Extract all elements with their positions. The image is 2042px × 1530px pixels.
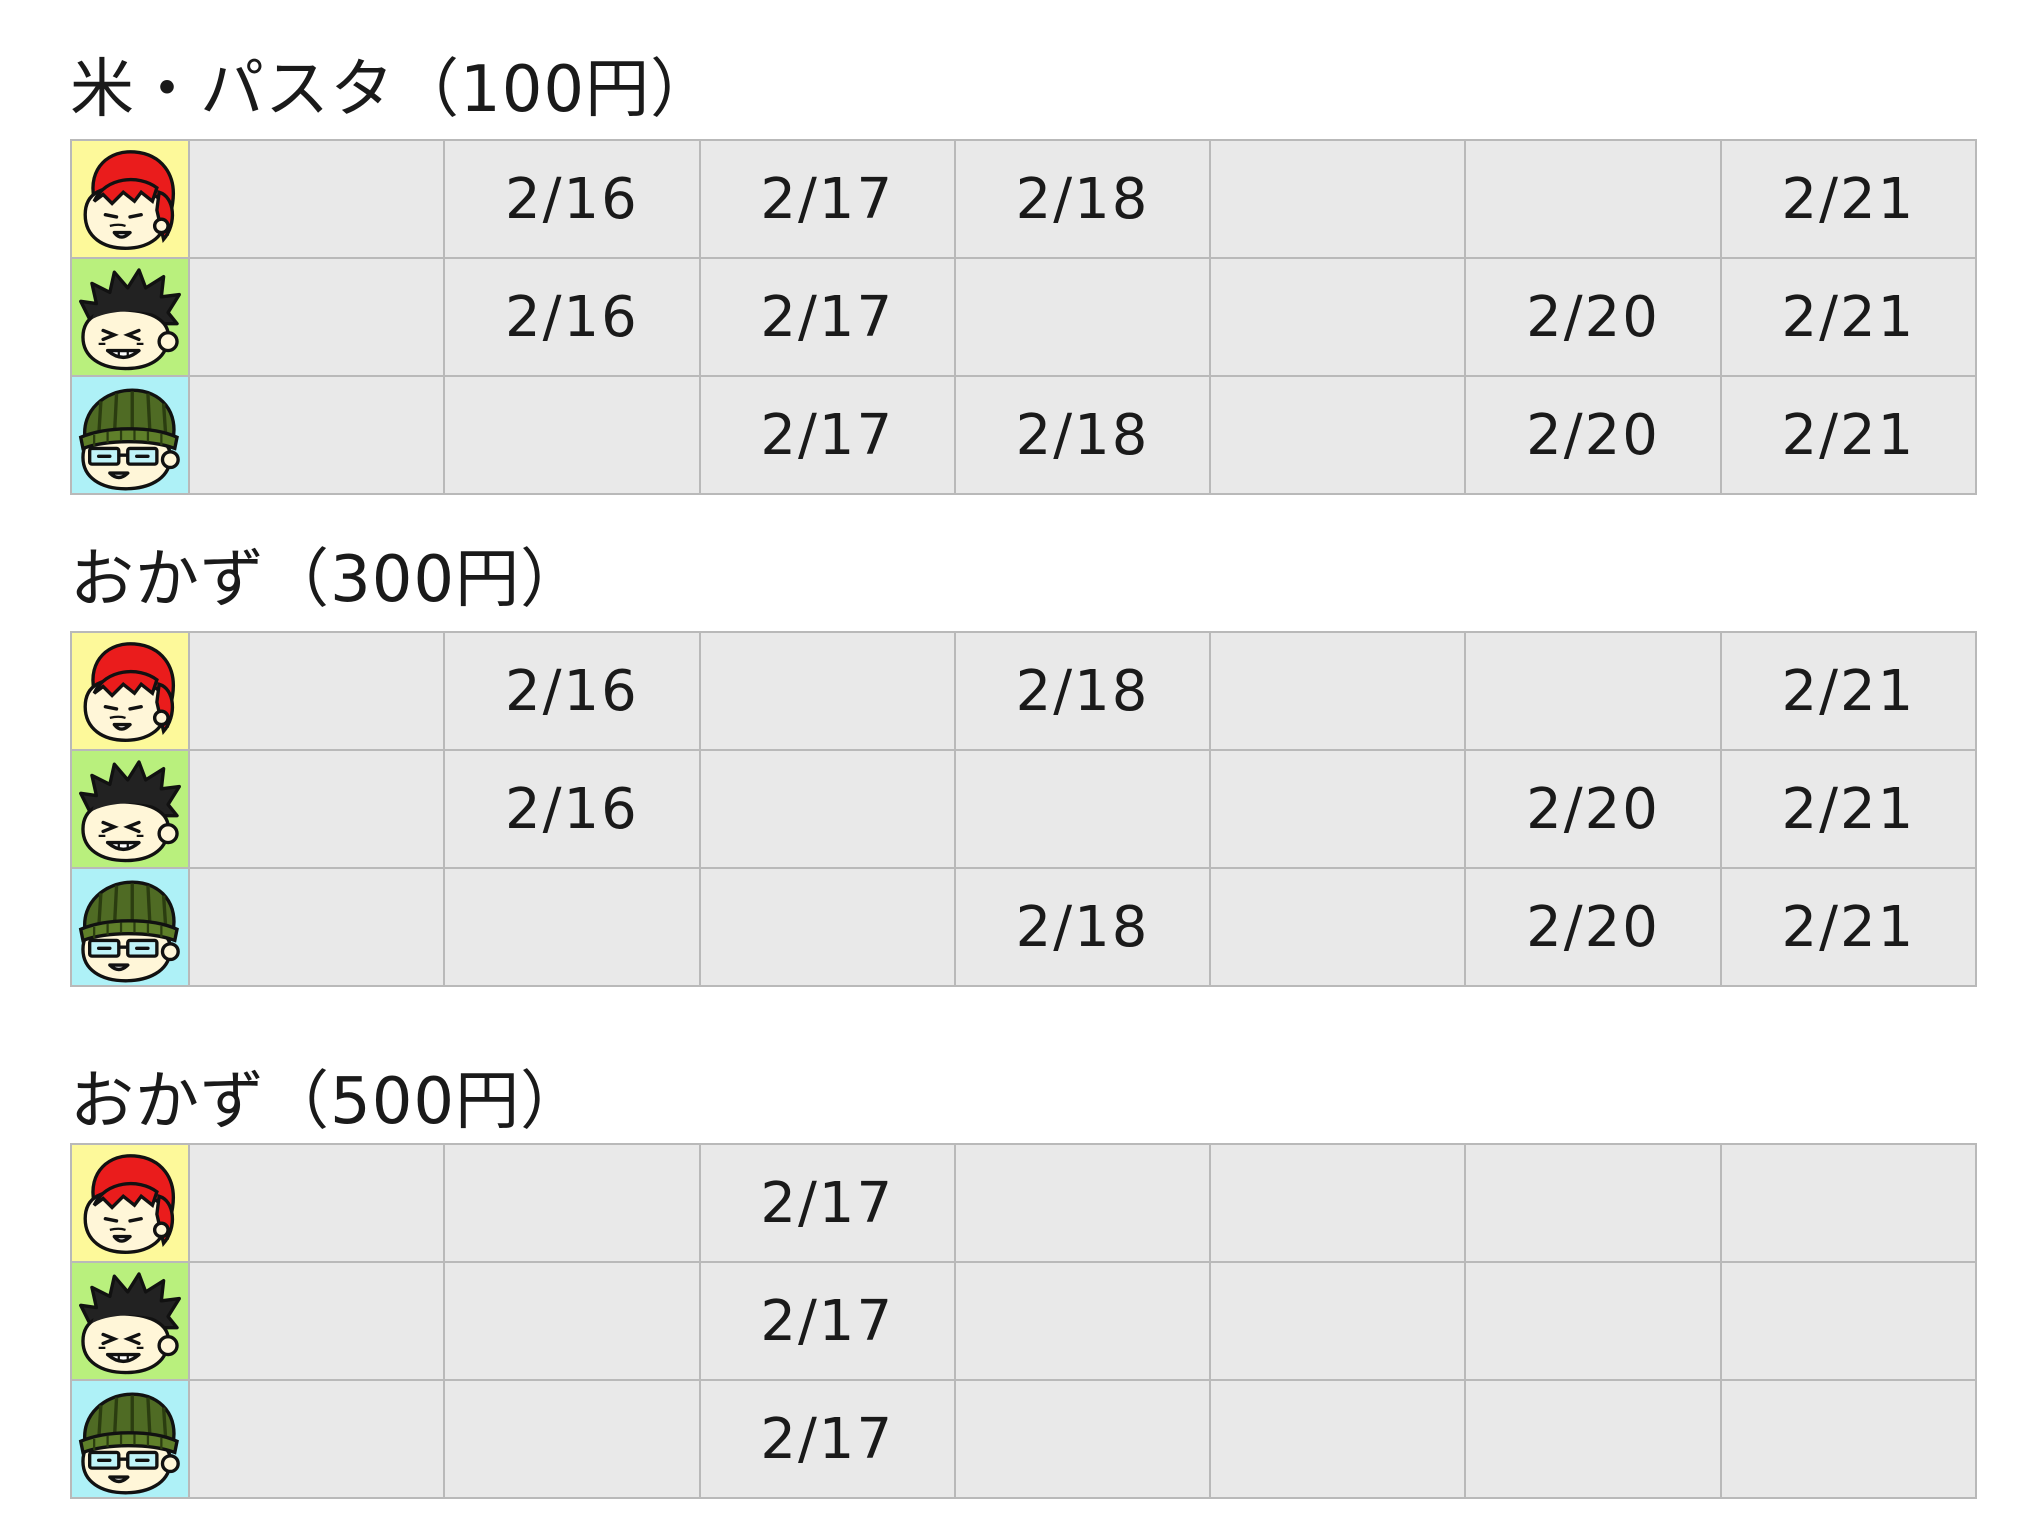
section-title-rice-pasta: 米・パスタ（100円） xyxy=(70,53,716,127)
date-cell: 2/21 xyxy=(1719,867,1978,987)
date-cell: 2/17 xyxy=(698,139,956,259)
date-cell xyxy=(187,139,446,259)
date-cell xyxy=(1719,1379,1978,1499)
table-row: 2/18 2/20 2/21 xyxy=(70,867,1978,987)
date-cell xyxy=(443,1261,701,1381)
date-cell: 2/17 xyxy=(698,1379,956,1499)
red-hair-person-icon xyxy=(72,635,188,747)
date-cell xyxy=(1209,1261,1467,1381)
date-cell: 2/20 xyxy=(1464,867,1722,987)
date-cell xyxy=(1209,749,1467,869)
avatar xyxy=(70,1143,190,1263)
date-cell: 2/21 xyxy=(1719,375,1978,495)
date-cell: 2/16 xyxy=(443,257,701,377)
date-cell xyxy=(698,631,956,751)
date-cell: 2/17 xyxy=(698,1143,956,1263)
date-cell: 2/20 xyxy=(1464,749,1722,869)
avatar xyxy=(70,139,190,259)
date-cell xyxy=(187,257,446,377)
avatar xyxy=(70,1379,190,1499)
table-row: 2/16 2/18 2/21 xyxy=(70,631,1978,751)
date-cell xyxy=(443,375,701,495)
date-cell: 2/20 xyxy=(1464,257,1722,377)
date-cell: 2/21 xyxy=(1719,139,1978,259)
date-cell: 2/16 xyxy=(443,139,701,259)
date-cell: 2/18 xyxy=(953,139,1212,259)
date-cell: 2/21 xyxy=(1719,749,1978,869)
date-cell xyxy=(1464,1379,1722,1499)
date-cell xyxy=(443,1143,701,1263)
date-cell xyxy=(1209,375,1467,495)
date-cell xyxy=(187,1143,446,1263)
date-cell xyxy=(1719,1143,1978,1263)
date-cell xyxy=(953,1379,1212,1499)
date-cell xyxy=(443,867,701,987)
avatar xyxy=(70,375,190,495)
date-cell xyxy=(953,749,1212,869)
date-cell xyxy=(1209,631,1467,751)
table-row: 2/17 xyxy=(70,1379,1978,1499)
date-cell: 2/21 xyxy=(1719,631,1978,751)
avatar xyxy=(70,1261,190,1381)
date-cell xyxy=(1209,257,1467,377)
schedule-table-side-dish-500: 2/17 2/17 2/17 xyxy=(70,1143,1978,1499)
date-cell: 2/17 xyxy=(698,257,956,377)
date-cell xyxy=(1209,139,1467,259)
date-cell xyxy=(953,1261,1212,1381)
date-cell: 2/20 xyxy=(1464,375,1722,495)
date-cell: 2/18 xyxy=(953,631,1212,751)
schedule-table-rice-pasta: 2/16 2/17 2/18 2/21 2/16 2/17 2/20 2/21 … xyxy=(70,139,1978,495)
date-cell xyxy=(1464,631,1722,751)
black-hair-person-icon xyxy=(72,753,188,865)
beanie-glasses-person-icon xyxy=(72,1383,188,1495)
date-cell xyxy=(187,1261,446,1381)
date-cell: 2/16 xyxy=(443,631,701,751)
avatar xyxy=(70,867,190,987)
date-cell xyxy=(1464,1143,1722,1263)
red-hair-person-icon xyxy=(72,143,188,255)
beanie-glasses-person-icon xyxy=(72,379,188,491)
date-cell xyxy=(1719,1261,1978,1381)
avatar xyxy=(70,257,190,377)
black-hair-person-icon xyxy=(72,261,188,373)
date-cell xyxy=(1464,1261,1722,1381)
date-cell xyxy=(953,257,1212,377)
beanie-glasses-person-icon xyxy=(72,871,188,983)
date-cell: 2/17 xyxy=(698,375,956,495)
table-row: 2/17 xyxy=(70,1143,1978,1263)
date-cell xyxy=(443,1379,701,1499)
table-row: 2/16 2/20 2/21 xyxy=(70,749,1978,869)
avatar xyxy=(70,631,190,751)
date-cell: 2/21 xyxy=(1719,257,1978,377)
date-cell xyxy=(187,749,446,869)
section-title-side-dish-500: おかず（500円） xyxy=(70,1065,586,1139)
date-cell xyxy=(1209,1379,1467,1499)
date-cell xyxy=(1209,867,1467,987)
date-cell: 2/18 xyxy=(953,375,1212,495)
date-cell xyxy=(187,631,446,751)
date-cell: 2/17 xyxy=(698,1261,956,1381)
date-cell xyxy=(187,375,446,495)
black-hair-person-icon xyxy=(72,1265,188,1377)
table-row: 2/17 xyxy=(70,1261,1978,1381)
date-cell xyxy=(698,749,956,869)
table-row: 2/17 2/18 2/20 2/21 xyxy=(70,375,1978,495)
date-cell xyxy=(698,867,956,987)
date-cell: 2/18 xyxy=(953,867,1212,987)
schedule-table-side-dish-300: 2/16 2/18 2/21 2/16 2/20 2/21 2/18 2/20 … xyxy=(70,631,1978,987)
section-title-side-dish-300: おかず（300円） xyxy=(70,543,586,617)
table-row: 2/16 2/17 2/20 2/21 xyxy=(70,257,1978,377)
red-hair-person-icon xyxy=(72,1147,188,1259)
date-cell: 2/16 xyxy=(443,749,701,869)
date-cell xyxy=(187,867,446,987)
date-cell xyxy=(187,1379,446,1499)
table-row: 2/16 2/17 2/18 2/21 xyxy=(70,139,1978,259)
date-cell xyxy=(1464,139,1722,259)
date-cell xyxy=(1209,1143,1467,1263)
avatar xyxy=(70,749,190,869)
date-cell xyxy=(953,1143,1212,1263)
